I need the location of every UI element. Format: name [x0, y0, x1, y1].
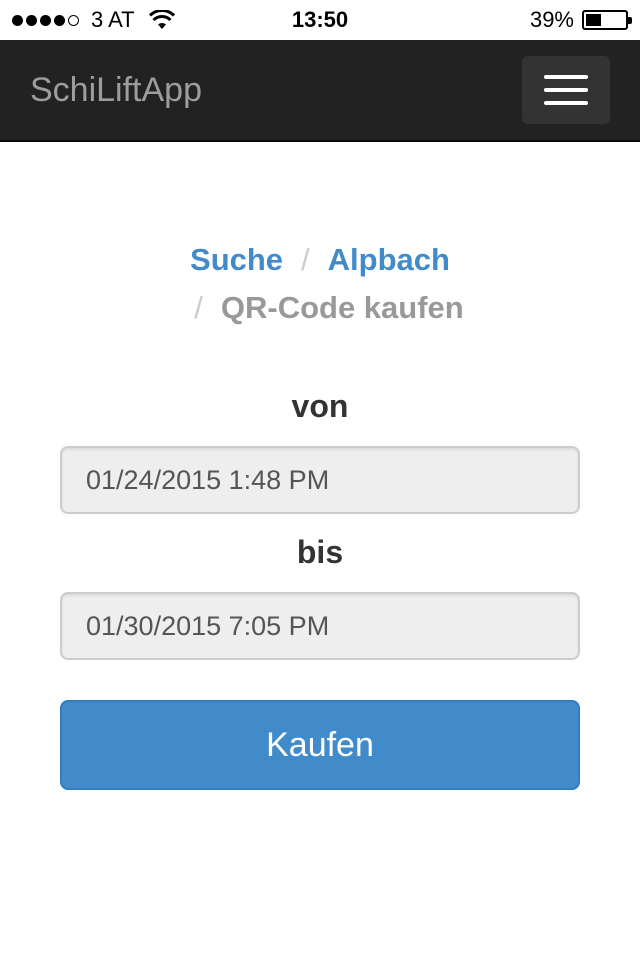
navbar: SchiLiftApp — [0, 40, 640, 142]
breadcrumb: Suche / Alpbach / QR-Code kaufen — [0, 236, 640, 332]
status-bar-right: 39% — [529, 0, 632, 40]
app-brand[interactable]: SchiLiftApp — [30, 40, 202, 140]
breadcrumb-line-2: / QR-Code kaufen — [0, 284, 640, 332]
to-datetime-input[interactable]: 01/30/2015 7:05 PM — [60, 592, 580, 660]
status-bar: 3 AT 13:50 39% — [0, 0, 640, 40]
battery-icon — [582, 10, 632, 30]
buy-button[interactable]: Kaufen — [60, 700, 580, 790]
hamburger-menu-icon — [544, 75, 588, 79]
breadcrumb-item-alpbach[interactable]: Alpbach — [328, 242, 450, 277]
hamburger-menu-icon — [544, 88, 588, 92]
breadcrumb-item-suche[interactable]: Suche — [190, 242, 283, 277]
battery-level — [586, 14, 601, 26]
breadcrumb-item-current: QR-Code kaufen — [220, 290, 464, 325]
battery-percent: 39% — [529, 7, 574, 32]
from-datetime-input[interactable]: 01/24/2015 1:48 PM — [60, 446, 580, 514]
breadcrumb-separator: / — [194, 290, 203, 325]
to-label: bis — [296, 534, 344, 570]
from-label: von — [291, 388, 349, 424]
breadcrumb-line-1: Suche / Alpbach — [0, 236, 640, 284]
breadcrumb-separator: / — [301, 242, 310, 277]
hamburger-menu-icon — [544, 101, 588, 105]
menu-toggle-button[interactable] — [522, 56, 610, 124]
